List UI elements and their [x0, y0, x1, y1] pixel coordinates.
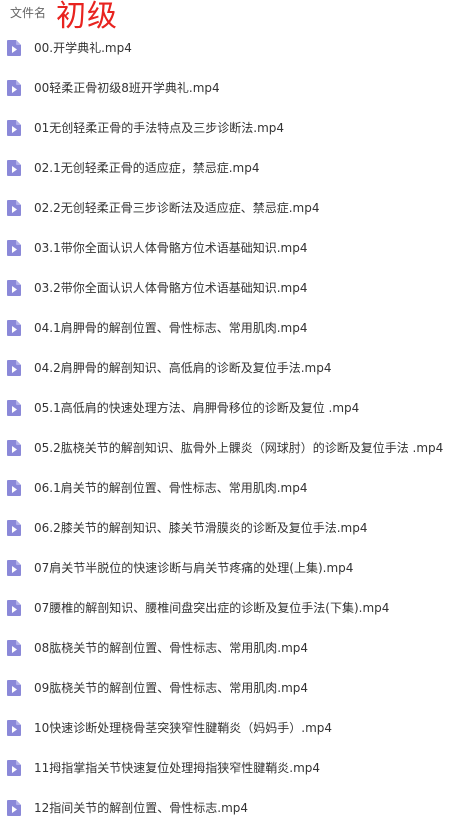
- column-header-filename[interactable]: 文件名: [10, 6, 46, 20]
- file-name[interactable]: 06.1肩关节的解剖位置、骨性标志、常用肌肉.mp4: [34, 480, 307, 496]
- file-name[interactable]: 03.2带你全面认识人体骨骼方位术语基础知识.mp4: [34, 280, 307, 296]
- video-file-icon: [7, 360, 21, 376]
- file-row[interactable]: 06.2膝关节的解剖知识、膝关节滑膜炎的诊断及复位手法.mp4: [0, 508, 454, 548]
- file-row[interactable]: 00.开学典礼.mp4: [0, 28, 454, 68]
- file-list: 00.开学典礼.mp4 00轻柔正骨初级8班开学典礼.mp4 01无创轻柔正骨的手法…: [0, 28, 454, 828]
- file-name[interactable]: 07肩关节半脱位的快速诊断与肩关节疼痛的处理(上集).mp4: [34, 560, 353, 576]
- video-file-icon: [7, 520, 21, 536]
- file-name[interactable]: 04.1肩胛骨的解剖位置、骨性标志、常用肌肉.mp4: [34, 320, 307, 336]
- file-name[interactable]: 02.2无创轻柔正骨三步诊断法及适应症、禁忌症.mp4: [34, 200, 319, 216]
- file-name[interactable]: 10快速诊断处理桡骨茎突狭窄性腱鞘炎（妈妈手）.mp4: [34, 720, 332, 736]
- file-name[interactable]: 02.1无创轻柔正骨的适应症，禁忌症.mp4: [34, 160, 259, 176]
- file-row[interactable]: 05.2肱桡关节的解剖知识、肱骨外上髁炎（网球肘）的诊断及复位手法 .mp4: [0, 428, 454, 468]
- file-row[interactable]: 11拇指掌指关节快速复位处理拇指狭窄性腱鞘炎.mp4: [0, 748, 454, 788]
- video-file-icon: [7, 400, 21, 416]
- file-name[interactable]: 06.2膝关节的解剖知识、膝关节滑膜炎的诊断及复位手法.mp4: [34, 520, 367, 536]
- file-name[interactable]: 05.1高低肩的快速处理方法、肩胛骨移位的诊断及复位 .mp4: [34, 400, 359, 416]
- video-file-icon: [7, 800, 21, 816]
- video-file-icon: [7, 280, 21, 296]
- file-name[interactable]: 01无创轻柔正骨的手法特点及三步诊断法.mp4: [34, 120, 284, 136]
- file-list-header: 文件名 初级: [0, 0, 454, 34]
- video-file-icon: [7, 680, 21, 696]
- video-file-icon: [7, 80, 21, 96]
- file-row[interactable]: 10快速诊断处理桡骨茎突狭窄性腱鞘炎（妈妈手）.mp4: [0, 708, 454, 748]
- file-name[interactable]: 00.开学典礼.mp4: [34, 40, 132, 56]
- file-name[interactable]: 12指间关节的解剖位置、骨性标志.mp4: [34, 800, 248, 816]
- video-file-icon: [7, 440, 21, 456]
- video-file-icon: [7, 760, 21, 776]
- video-file-icon: [7, 600, 21, 616]
- file-name[interactable]: 00轻柔正骨初级8班开学典礼.mp4: [34, 80, 220, 96]
- file-row[interactable]: 00轻柔正骨初级8班开学典礼.mp4: [0, 68, 454, 108]
- file-name[interactable]: 08肱桡关节的解剖位置、骨性标志、常用肌肉.mp4: [34, 640, 308, 656]
- video-file-icon: [7, 720, 21, 736]
- file-row[interactable]: 07肩关节半脱位的快速诊断与肩关节疼痛的处理(上集).mp4: [0, 548, 454, 588]
- video-file-icon: [7, 40, 21, 56]
- file-name[interactable]: 09肱桡关节的解剖位置、骨性标志、常用肌肉.mp4: [34, 680, 308, 696]
- file-name[interactable]: 04.2肩胛骨的解剖知识、高低肩的诊断及复位手法.mp4: [34, 360, 331, 376]
- file-row[interactable]: 02.1无创轻柔正骨的适应症，禁忌症.mp4: [0, 148, 454, 188]
- file-row[interactable]: 03.1带你全面认识人体骨骼方位术语基础知识.mp4: [0, 228, 454, 268]
- file-name[interactable]: 07腰椎的解剖知识、腰椎间盘突出症的诊断及复位手法(下集).mp4: [34, 600, 389, 616]
- file-row[interactable]: 09肱桡关节的解剖位置、骨性标志、常用肌肉.mp4: [0, 668, 454, 708]
- file-row[interactable]: 02.2无创轻柔正骨三步诊断法及适应症、禁忌症.mp4: [0, 188, 454, 228]
- file-name[interactable]: 03.1带你全面认识人体骨骼方位术语基础知识.mp4: [34, 240, 307, 256]
- file-row[interactable]: 04.2肩胛骨的解剖知识、高低肩的诊断及复位手法.mp4: [0, 348, 454, 388]
- video-file-icon: [7, 200, 21, 216]
- file-row[interactable]: 12指间关节的解剖位置、骨性标志.mp4: [0, 788, 454, 828]
- file-row[interactable]: 08肱桡关节的解剖位置、骨性标志、常用肌肉.mp4: [0, 628, 454, 668]
- file-name[interactable]: 05.2肱桡关节的解剖知识、肱骨外上髁炎（网球肘）的诊断及复位手法 .mp4: [34, 440, 443, 456]
- video-file-icon: [7, 640, 21, 656]
- file-row[interactable]: 06.1肩关节的解剖位置、骨性标志、常用肌肉.mp4: [0, 468, 454, 508]
- file-name[interactable]: 11拇指掌指关节快速复位处理拇指狭窄性腱鞘炎.mp4: [34, 760, 320, 776]
- video-file-icon: [7, 480, 21, 496]
- video-file-icon: [7, 120, 21, 136]
- file-row[interactable]: 01无创轻柔正骨的手法特点及三步诊断法.mp4: [0, 108, 454, 148]
- file-row[interactable]: 03.2带你全面认识人体骨骼方位术语基础知识.mp4: [0, 268, 454, 308]
- video-file-icon: [7, 560, 21, 576]
- video-file-icon: [7, 240, 21, 256]
- video-file-icon: [7, 320, 21, 336]
- file-row[interactable]: 05.1高低肩的快速处理方法、肩胛骨移位的诊断及复位 .mp4: [0, 388, 454, 428]
- video-file-icon: [7, 160, 21, 176]
- file-row[interactable]: 07腰椎的解剖知识、腰椎间盘突出症的诊断及复位手法(下集).mp4: [0, 588, 454, 628]
- file-row[interactable]: 04.1肩胛骨的解剖位置、骨性标志、常用肌肉.mp4: [0, 308, 454, 348]
